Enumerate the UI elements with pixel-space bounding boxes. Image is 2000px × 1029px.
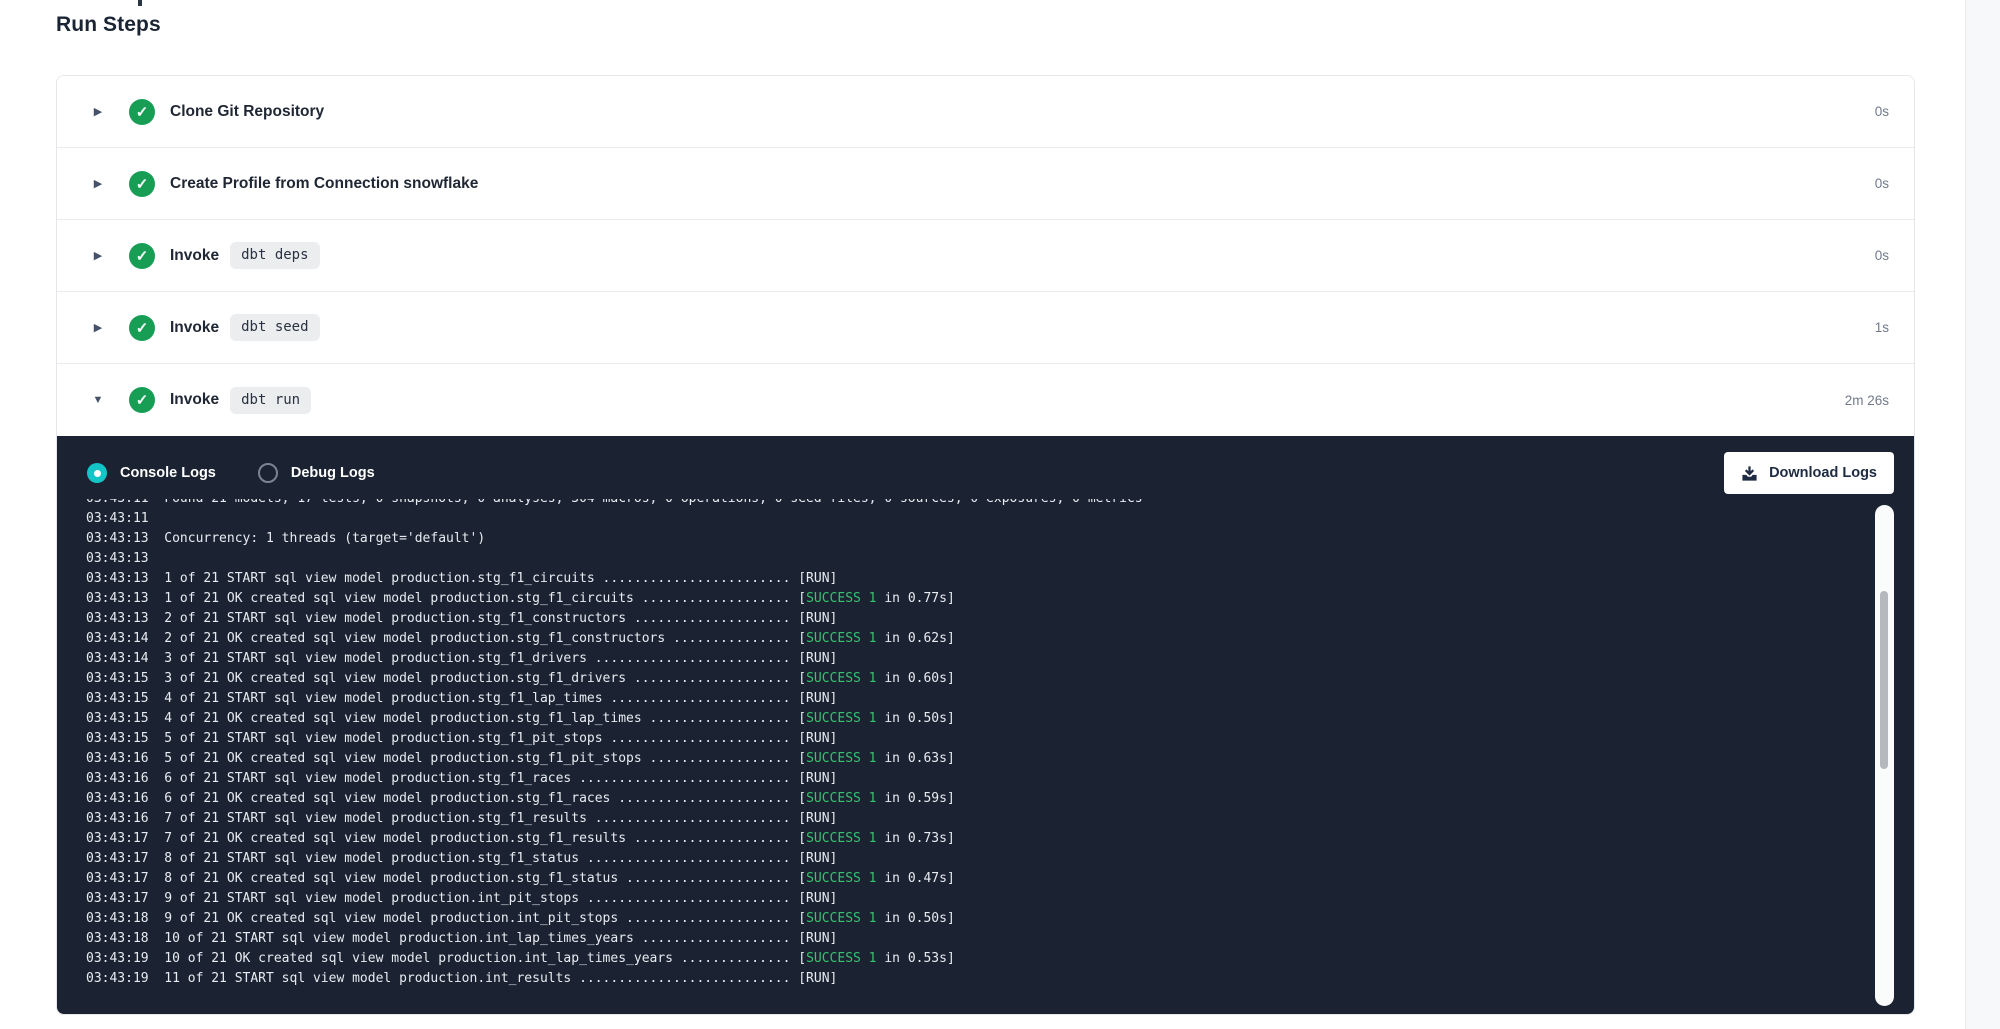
step-label: Clone Git Repository	[170, 103, 324, 121]
log-line: 03:43:11 Found 21 models, 17 tests, 0 sn…	[86, 499, 1868, 509]
success-check-icon: ✓	[129, 243, 155, 269]
chevron-right-icon[interactable]: ▶	[90, 177, 106, 190]
run-step-row[interactable]: ▶ ✓ Invoke dbt deps 0s	[57, 220, 1914, 292]
step-duration: 0s	[1875, 176, 1889, 191]
log-scrollbar-track[interactable]	[1875, 505, 1894, 1006]
run-steps-page: Run Steps ▶ ✓ Clone Git Repository 0s ▶ ✓ Crea…	[0, 0, 2000, 1029]
clipped-text-artifact	[138, 0, 142, 6]
log-scrollbar-thumb[interactable]	[1880, 591, 1888, 769]
run-steps-card: ▶ ✓ Clone Git Repository 0s ▶ ✓ Create Profile…	[56, 75, 1915, 1015]
log-line: 03:43:16 5 of 21 OK created sql view mod…	[86, 749, 1868, 769]
run-steps-list: ▶ ✓ Clone Git Repository 0s ▶ ✓ Create Profile…	[57, 76, 1914, 436]
run-step-row[interactable]: ▶ ✓ Invoke dbt seed 1s	[57, 292, 1914, 364]
log-success-status: SUCCESS 1	[806, 711, 876, 726]
step-command-badge: dbt run	[230, 387, 311, 414]
download-icon	[1741, 465, 1758, 482]
debug-logs-radio[interactable]: Debug Logs	[258, 463, 375, 483]
page-gutter	[1965, 0, 2000, 1029]
step-label: Create Profile from Connection snowflake	[170, 175, 478, 193]
log-success-status: SUCCESS 1	[806, 871, 876, 886]
page-title: Run Steps	[56, 13, 161, 37]
download-logs-label: Download Logs	[1769, 465, 1877, 481]
chevron-right-icon[interactable]: ▶	[90, 249, 106, 262]
step-label: Invoke	[170, 391, 219, 409]
log-type-radio-group: Console Logs Debug Logs	[87, 463, 417, 483]
log-line: 03:43:19 11 of 21 START sql view model p…	[86, 969, 1868, 989]
step-label: Invoke	[170, 247, 219, 265]
success-check-icon: ✓	[129, 387, 155, 413]
step-command-badge: dbt seed	[230, 314, 319, 341]
log-line: 03:43:18 10 of 21 START sql view model p…	[86, 929, 1868, 949]
log-content: 03:43:11 Found 21 models, 17 tests, 0 sn…	[86, 499, 1868, 989]
chevron-down-icon[interactable]: ▼	[90, 394, 106, 406]
log-line: 03:43:17 8 of 21 OK created sql view mod…	[86, 869, 1868, 889]
step-duration: 2m 26s	[1845, 393, 1889, 408]
debug-logs-radio-icon	[258, 463, 278, 483]
step-command-badge: dbt deps	[230, 242, 319, 269]
step-duration: 1s	[1875, 320, 1889, 335]
log-line: 03:43:17 9 of 21 START sql view model pr…	[86, 889, 1868, 909]
log-line: 03:43:18 9 of 21 OK created sql view mod…	[86, 909, 1868, 929]
log-line: 03:43:15 3 of 21 OK created sql view mod…	[86, 669, 1868, 689]
download-logs-button[interactable]: Download Logs	[1724, 452, 1894, 494]
log-line: 03:43:13	[86, 549, 1868, 569]
log-success-status: SUCCESS 1	[806, 951, 876, 966]
step-label: Invoke	[170, 319, 219, 337]
log-toolbar: Console Logs Debug Logs Download Logs	[87, 451, 1894, 495]
log-line: 03:43:14 3 of 21 START sql view model pr…	[86, 649, 1868, 669]
run-step-row[interactable]: ▼ ✓ Invoke dbt run 2m 26s	[57, 364, 1914, 436]
log-success-status: SUCCESS 1	[806, 671, 876, 686]
debug-logs-radio-label: Debug Logs	[291, 465, 375, 481]
log-success-status: SUCCESS 1	[806, 791, 876, 806]
log-success-status: SUCCESS 1	[806, 831, 876, 846]
log-line: 03:43:14 2 of 21 OK created sql view mod…	[86, 629, 1868, 649]
log-line: 03:43:17 7 of 21 OK created sql view mod…	[86, 829, 1868, 849]
log-line: 03:43:16 6 of 21 START sql view model pr…	[86, 769, 1868, 789]
success-check-icon: ✓	[129, 171, 155, 197]
step-duration: 0s	[1875, 248, 1889, 263]
chevron-right-icon[interactable]: ▶	[90, 321, 106, 334]
console-logs-radio[interactable]: Console Logs	[87, 463, 216, 483]
step-duration: 0s	[1875, 104, 1889, 119]
log-line: 03:43:16 7 of 21 START sql view model pr…	[86, 809, 1868, 829]
run-step-row[interactable]: ▶ ✓ Create Profile from Connection snowfla…	[57, 148, 1914, 220]
console-logs-radio-icon	[87, 463, 107, 483]
log-line: 03:43:16 6 of 21 OK created sql view mod…	[86, 789, 1868, 809]
log-success-status: SUCCESS 1	[806, 911, 876, 926]
chevron-right-icon[interactable]: ▶	[90, 105, 106, 118]
console-logs-radio-label: Console Logs	[120, 465, 216, 481]
log-line: 03:43:19 10 of 21 OK created sql view mo…	[86, 949, 1868, 969]
run-step-row[interactable]: ▶ ✓ Clone Git Repository 0s	[57, 76, 1914, 148]
console-log-output[interactable]: 03:43:11 Found 21 models, 17 tests, 0 sn…	[86, 499, 1868, 1009]
log-success-status: SUCCESS 1	[806, 591, 876, 606]
success-check-icon: ✓	[129, 315, 155, 341]
log-line: 03:43:15 4 of 21 OK created sql view mod…	[86, 709, 1868, 729]
log-line: 03:43:13 2 of 21 START sql view model pr…	[86, 609, 1868, 629]
log-success-status: SUCCESS 1	[806, 631, 876, 646]
log-success-status: SUCCESS 1	[806, 751, 876, 766]
log-line: 03:43:11	[86, 509, 1868, 529]
log-line: 03:43:13 1 of 21 OK created sql view mod…	[86, 589, 1868, 609]
log-line: 03:43:13 1 of 21 START sql view model pr…	[86, 569, 1868, 589]
log-panel: Console Logs Debug Logs Download Logs 03:…	[57, 436, 1914, 1015]
log-line: 03:43:17 8 of 21 START sql view model pr…	[86, 849, 1868, 869]
log-line: 03:43:13 Concurrency: 1 threads (target=…	[86, 529, 1868, 549]
success-check-icon: ✓	[129, 99, 155, 125]
log-line: 03:43:15 5 of 21 START sql view model pr…	[86, 729, 1868, 749]
log-line: 03:43:15 4 of 21 START sql view model pr…	[86, 689, 1868, 709]
